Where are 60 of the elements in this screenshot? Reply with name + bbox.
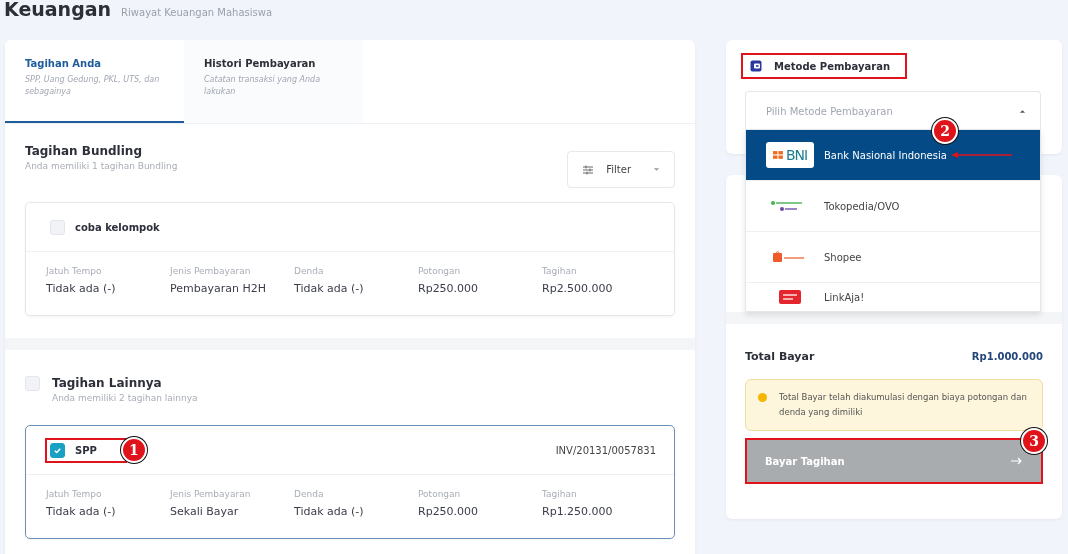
section-subtitle: Anda memiliki 2 tagihan lainnya [52, 393, 198, 403]
field-label: Tagihan [542, 266, 578, 276]
field-value: Rp250.000 [418, 282, 480, 295]
field-label: Jenis Pembayaran [170, 489, 252, 499]
tab[interactable]: Tagihan Anda SPP, Uang Gedung, PKL, UTS, dan sebagainya [5, 40, 184, 123]
dropdown-option[interactable]: Tokopedia/OVO [746, 181, 1040, 232]
dropdown-option[interactable]: LinkAja! [746, 283, 1040, 311]
field-value: Tidak ada (-) [294, 282, 365, 295]
tab-label: Tagihan Anda [25, 58, 103, 69]
info-dot-icon [758, 393, 767, 402]
field-label: Jenis Pembayaran [170, 266, 252, 276]
caret-up-icon [1019, 108, 1026, 114]
page-subtitle: Riwayat Keuangan Mahasiswa [121, 7, 273, 18]
arrow-pointer [950, 151, 1013, 159]
bill-name: SPP [75, 444, 97, 456]
section-subtitle: Anda memiliki 1 tagihan Bundling [25, 161, 178, 171]
field-value: Rp250.000 [418, 505, 480, 518]
field-value: Tidak ada (-) [294, 505, 365, 518]
caret-icon [653, 167, 660, 172]
bank-logo: BNI [766, 142, 814, 168]
callout-number: 2 [932, 118, 958, 144]
field-value: Sekali Bayar [170, 505, 240, 518]
option-label: LinkAja! [824, 291, 865, 303]
wallet-icon [750, 60, 762, 72]
page-title: Keuangan [4, 0, 112, 20]
notice-text: Total Bayar telah diakumulasi dengan biaya potongan dan denda yang dimiliki [779, 391, 1028, 419]
arrow-right-icon [1011, 457, 1023, 465]
field-value: Tidak ada (-) [46, 505, 117, 518]
field-label: Jatuh Tempo [46, 266, 103, 276]
field-value: Rp1.250.000 [542, 505, 614, 518]
field-label: Denda [294, 266, 325, 276]
option-label: Tokopedia/OVO [824, 200, 900, 212]
option-label: Bank Nasional Indonesia [824, 149, 947, 161]
field-label: Potongan [418, 266, 462, 276]
checkbox[interactable] [50, 442, 65, 458]
field-value: Tidak ada (-) [46, 282, 117, 295]
field-value: Rp2.500.000 [542, 282, 614, 295]
checkmark-icon [53, 445, 62, 455]
field-label: Denda [294, 489, 325, 499]
section-title: Tagihan Bundling [25, 144, 143, 158]
dropdown-option[interactable]: Shopee [746, 232, 1040, 283]
filter-button[interactable]: Filter [567, 151, 675, 188]
filter-icon [582, 163, 595, 176]
field-label: Potongan [418, 489, 462, 499]
tab[interactable]: Histori Pembayaran Catatan transaksi yang Anda lakukan [184, 40, 363, 123]
field-value: Pembayaran H2H [170, 282, 267, 295]
bill-name: coba kelompok [75, 221, 160, 233]
field-label: Tagihan [542, 489, 578, 499]
section-title: Tagihan Lainnya [52, 376, 163, 390]
callout-number: 3 [1021, 428, 1047, 454]
invoice-number: INV/20131/0057831 [555, 444, 656, 456]
total-amount: Rp1.000.000 [971, 351, 1043, 362]
total-label: Total Bayar [745, 350, 815, 363]
callout-number: 1 [120, 436, 147, 463]
card-title: Metode Pembayaran [774, 60, 890, 72]
option-label: Shopee [824, 251, 862, 263]
tab-label: Histori Pembayaran [204, 58, 317, 69]
field-label: Jatuh Tempo [46, 489, 103, 499]
tab-description: Catatan transaksi yang Anda lakukan [204, 74, 322, 98]
tab-description: SPP, Uang Gedung, PKL, UTS, dan sebagainya [25, 74, 161, 98]
